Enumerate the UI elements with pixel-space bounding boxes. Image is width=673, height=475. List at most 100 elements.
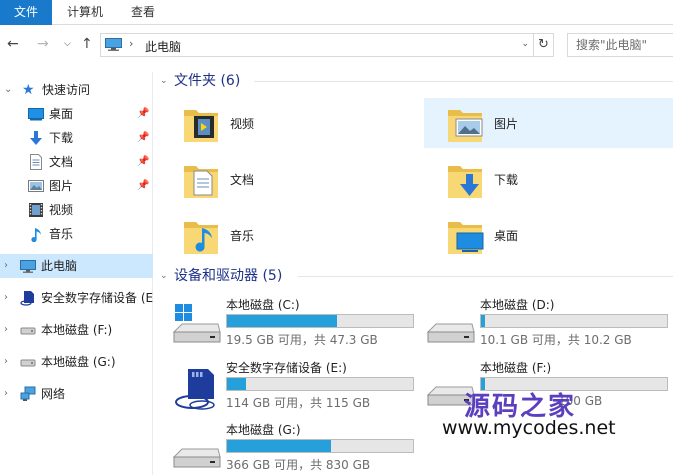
folder-item-videos[interactable]: 视频 (160, 98, 410, 148)
music-folder-icon (184, 222, 218, 254)
drive-usage-fill (227, 440, 332, 452)
drive-item-g[interactable]: 本地磁盘 (G:) 366 GB 可用，共 830 GB (154, 417, 414, 475)
pin-icon[interactable]: 📌 (137, 126, 149, 150)
sidebar-item-label: 此电脑 (41, 259, 78, 273)
folder-item-desktop[interactable]: 桌面 (424, 210, 673, 260)
expand-chevron-icon[interactable]: › (4, 286, 8, 310)
drive-usage-bar (226, 439, 414, 453)
drive-usage-bar (226, 377, 414, 391)
refresh-button[interactable]: ↻ (534, 33, 554, 57)
search-input[interactable] (568, 34, 673, 56)
drive-usage-bar (480, 314, 668, 328)
this-pc-icon (20, 260, 36, 273)
sidebar-item-videos[interactable]: 视频 (0, 198, 153, 222)
sd-card-icon (20, 291, 34, 306)
drive-name: 本地磁盘 (C:) (226, 298, 300, 312)
navigation-bar: ← → ⌵ ↑ › 此电脑 ⌄ ↻ (0, 26, 673, 64)
folder-item-documents[interactable]: 文档 (160, 154, 410, 204)
address-bar[interactable]: › 此电脑 ⌄ (100, 33, 534, 57)
tab-file[interactable]: 文件 (0, 0, 52, 25)
address-history-chevron-icon[interactable]: ⌄ (521, 39, 529, 49)
sidebar-item-label: 视频 (49, 203, 74, 217)
sidebar-item-this-pc[interactable]: › 此电脑 (0, 254, 153, 278)
drive-name: 安全数字存储设备 (E:) (226, 361, 347, 375)
expand-chevron-icon[interactable]: ⌄ (4, 78, 12, 102)
network-icon (20, 386, 36, 401)
drive-name: 本地磁盘 (G:) (226, 423, 301, 437)
video-icon (29, 203, 43, 217)
drive-usage-bar (226, 314, 414, 328)
recent-locations-chevron-icon[interactable]: ⌵ (64, 39, 71, 49)
expand-chevron-icon[interactable]: › (4, 318, 8, 342)
search-box[interactable] (567, 33, 673, 57)
watermark-url-text: www.mycodes.net (442, 417, 616, 439)
folder-label: 文档 (230, 173, 255, 187)
folder-item-music[interactable]: 音乐 (160, 210, 410, 260)
expand-chevron-icon[interactable]: › (4, 382, 8, 406)
sidebar-item-sd-card[interactable]: › 安全数字存储设备 (E (0, 286, 153, 310)
hard-drive-icon (172, 448, 221, 468)
folder-label: 下载 (494, 173, 519, 187)
back-arrow-icon[interactable]: ← (7, 36, 19, 52)
sidebar-item-pictures[interactable]: 图片 📌 (0, 174, 153, 198)
collapse-chevron-icon[interactable]: ⌄ (160, 70, 174, 92)
pin-icon[interactable]: 📌 (137, 102, 149, 126)
drive-space-info: 10.1 GB 可用，共 10.2 GB (480, 333, 632, 347)
expand-chevron-icon[interactable]: › (4, 254, 8, 278)
desktop-folder-icon (448, 222, 484, 254)
forward-arrow-icon[interactable]: → (37, 36, 49, 52)
pin-icon[interactable]: 📌 (137, 174, 149, 198)
sidebar-item-label: 网络 (41, 387, 66, 401)
sidebar-item-label: 本地磁盘 (F:) (41, 323, 113, 337)
sidebar-item-desktop[interactable]: 桌面 📌 (0, 102, 153, 126)
group-divider (298, 276, 673, 277)
star-icon: ★ (22, 82, 35, 98)
sidebar-item-documents[interactable]: 文档 📌 (0, 150, 153, 174)
expand-chevron-icon[interactable]: › (4, 350, 8, 374)
group-header-folders[interactable]: ⌄ 文件夹 (6) (160, 70, 240, 92)
sidebar-item-drive-f[interactable]: › 本地磁盘 (F:) (0, 318, 153, 342)
drive-usage-fill (481, 315, 485, 327)
group-title: 设备和驱动器 (5) (174, 268, 283, 284)
sidebar-item-drive-g[interactable]: › 本地磁盘 (G:) (0, 350, 153, 374)
drive-item-d[interactable]: 本地磁盘 (D:) 10.1 GB 可用，共 10.2 GB (408, 292, 668, 350)
downloads-folder-icon (448, 166, 482, 198)
windows-drive-icon (172, 304, 221, 343)
group-title: 文件夹 (6) (174, 73, 241, 89)
ribbon: 文件 计算机 查看 (0, 0, 673, 25)
up-arrow-icon[interactable]: ↑ (81, 36, 93, 52)
video-folder-icon (184, 110, 218, 142)
drive-space-info: 366 GB 可用，共 830 GB (226, 458, 371, 472)
music-icon (31, 228, 41, 242)
sidebar-item-label: 音乐 (49, 227, 74, 241)
pin-icon[interactable]: 📌 (137, 150, 149, 174)
folder-item-pictures[interactable]: 图片 (424, 98, 673, 148)
group-header-devices[interactable]: ⌄ 设备和驱动器 (5) (160, 265, 282, 287)
sidebar-item-label: 文档 (49, 155, 74, 169)
folder-item-downloads[interactable]: 下载 (424, 154, 673, 204)
document-icon (30, 154, 42, 170)
pictures-icon (28, 180, 44, 192)
drive-usage-fill (227, 315, 337, 327)
drive-name: 本地磁盘 (D:) (480, 298, 555, 312)
sidebar-item-music[interactable]: 音乐 (0, 222, 153, 246)
drive-space-info: 114 GB 可用，共 115 GB (226, 396, 371, 410)
sidebar-item-downloads[interactable]: 下载 📌 (0, 126, 153, 150)
tab-view[interactable]: 查看 (126, 0, 160, 25)
sidebar-item-network[interactable]: › 网络 (0, 382, 153, 406)
pictures-folder-icon (448, 110, 483, 142)
breadcrumb-separator-icon[interactable]: › (129, 37, 133, 50)
sidebar-item-quick-access[interactable]: ⌄ ★ 快速访问 (0, 78, 153, 102)
drive-item-c[interactable]: 本地磁盘 (C:) 19.5 GB 可用，共 47.3 GB (154, 292, 414, 350)
watermark: 源码之家 www.mycodes.net (440, 386, 620, 446)
drive-item-e[interactable]: 安全数字存储设备 (E:) 114 GB 可用，共 115 GB (154, 355, 414, 413)
tab-computer[interactable]: 计算机 (60, 0, 110, 25)
sidebar-item-label: 下载 (49, 131, 74, 145)
breadcrumb-this-pc[interactable]: 此电脑 (145, 38, 181, 55)
drive-usage-fill (227, 378, 246, 390)
navigation-pane: ⌄ ★ 快速访问 桌面 📌 下载 📌 文档 📌 图片 📌 视频 音乐 › 此电脑… (0, 72, 153, 475)
drive-name: 本地磁盘 (F:) (480, 361, 552, 375)
collapse-chevron-icon[interactable]: ⌄ (160, 265, 174, 287)
sidebar-item-label: 图片 (49, 179, 74, 193)
sidebar-item-label: 快速访问 (42, 83, 91, 97)
